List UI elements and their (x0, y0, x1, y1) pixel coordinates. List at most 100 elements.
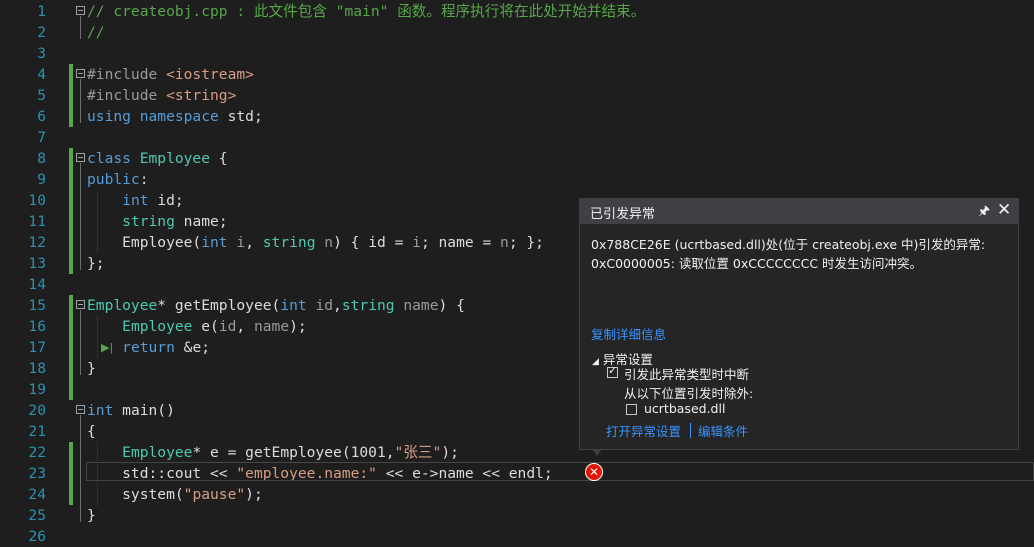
code-token: string (122, 213, 184, 230)
fold-toggle-icon[interactable] (76, 6, 85, 15)
line-number: 15 (28, 297, 46, 314)
code-line[interactable]: 1 // createobj.cpp : 此文件包含 "main" 函数。程序执行… (0, 1, 1034, 22)
change-marker (69, 169, 73, 190)
line-number: 12 (28, 234, 46, 251)
code-line[interactable]: 26 (0, 526, 1034, 547)
change-marker (69, 190, 73, 211)
code-token: #include (87, 66, 167, 83)
module-checkbox[interactable] (626, 404, 637, 415)
change-marker (69, 316, 73, 337)
code-text: } (87, 505, 96, 526)
exception-message: 0x788CE26E (ucrtbased.dll)处(位于 createobj… (591, 235, 1011, 273)
popup-title: 已引发异常 (590, 207, 656, 222)
change-marker (69, 337, 73, 358)
line-number: 7 (37, 129, 46, 146)
code-line[interactable]: 7 (0, 127, 1034, 148)
code-line[interactable]: 24 system("pause"); (0, 484, 1034, 505)
line-number: 4 (37, 66, 46, 83)
code-line[interactable]: 2 // (0, 22, 1034, 43)
code-token: id (218, 318, 237, 335)
line-number: 1 (37, 3, 46, 20)
pin-icon[interactable]: 🖈 (978, 202, 990, 224)
line-number: 26 (28, 528, 46, 545)
code-token: &e; (183, 339, 211, 356)
code-text: public: (87, 169, 149, 190)
code-token: Employee (87, 297, 158, 314)
code-line[interactable]: 6 using namespace std; (0, 106, 1034, 127)
fold-guide (80, 163, 81, 270)
popup-pointer (592, 449, 602, 456)
change-marker (69, 106, 73, 127)
code-token: string (262, 234, 325, 251)
line-number: 20 (28, 402, 46, 419)
code-token: { (87, 423, 96, 440)
code-text: }; (87, 253, 105, 274)
code-token: }; (87, 255, 105, 272)
open-exception-settings-link[interactable]: 打开异常设置 (606, 421, 681, 440)
code-token: * getEmployee( (157, 297, 281, 314)
exception-popup: 已引发异常 🖈 ✕ 0x788CE26E (ucrtbased.dll)处(位于… (579, 198, 1019, 450)
copy-details-link[interactable]: 复制详细信息 (591, 324, 666, 343)
fold-guide (80, 415, 81, 522)
edit-conditions-link[interactable]: 编辑条件 (698, 421, 748, 440)
code-token: : (139, 171, 149, 188)
code-token: #include (87, 87, 167, 104)
fold-toggle-icon[interactable] (76, 300, 85, 309)
line-number: 25 (28, 507, 46, 524)
fold-guide (80, 79, 81, 123)
line-number: 9 (37, 171, 46, 188)
change-marker (69, 379, 73, 400)
code-token: ); (245, 486, 263, 503)
code-token: Employee (139, 150, 211, 167)
code-token: * e = getEmployee(1001, (192, 444, 395, 461)
code-token: int (201, 234, 237, 251)
fold-toggle-icon[interactable] (76, 69, 85, 78)
exception-message-line1: 0x788CE26E (ucrtbased.dll)处(位于 createobj… (591, 237, 986, 252)
code-line[interactable]: 5 #include <string> (0, 85, 1034, 106)
error-icon[interactable]: ✕ (585, 463, 603, 481)
code-token: name; (183, 213, 228, 230)
line-number: 10 (28, 192, 46, 209)
line-number: 22 (28, 444, 46, 461)
code-token: <iostream> (166, 66, 254, 83)
line-number: 6 (37, 108, 46, 125)
code-line[interactable]: 3 (0, 43, 1034, 64)
code-token: ); (289, 318, 307, 335)
line-number: 11 (28, 213, 46, 230)
code-token: Employee( (87, 234, 202, 251)
link-separator (690, 423, 691, 438)
exception-message-line2: 0xC0000005: 读取位置 0xCCCCCCCC 时发生访问冲突。 (591, 256, 923, 271)
change-marker (69, 64, 73, 85)
change-marker (69, 148, 73, 169)
code-text: int main() (87, 400, 175, 421)
code-token: using (87, 108, 140, 125)
code-text: Employee e(id, name); (87, 316, 307, 337)
change-marker (69, 253, 73, 274)
code-token: Employee (122, 444, 193, 461)
line-number: 18 (28, 360, 46, 377)
line-number: 2 (37, 24, 46, 41)
except-when-from-label: 从以下位置引发时除外: (624, 386, 754, 401)
code-token: } (87, 360, 96, 377)
code-line[interactable]: 4 #include <iostream> (0, 64, 1034, 85)
code-token: i (412, 234, 421, 251)
fold-toggle-icon[interactable] (76, 153, 85, 162)
code-token: id (315, 297, 334, 314)
code-token: Employee (122, 318, 202, 335)
code-token: string (341, 297, 404, 314)
change-marker (69, 211, 73, 232)
code-line[interactable]: 9 public: (0, 169, 1034, 190)
code-line[interactable]: 25} (0, 505, 1034, 526)
code-line[interactable]: 8 class Employee { (0, 148, 1034, 169)
break-when-thrown-checkbox[interactable] (607, 364, 618, 378)
code-token: std; (227, 108, 263, 125)
code-text: // createobj.cpp : 此文件包含 "main" 函数。程序执行将… (87, 1, 645, 22)
code-token: int (280, 297, 316, 314)
close-icon[interactable]: ✕ (997, 200, 1011, 220)
code-token: return (122, 339, 184, 356)
fold-toggle-icon[interactable] (76, 405, 85, 414)
code-token: , (236, 318, 254, 335)
code-token: int (87, 402, 123, 419)
